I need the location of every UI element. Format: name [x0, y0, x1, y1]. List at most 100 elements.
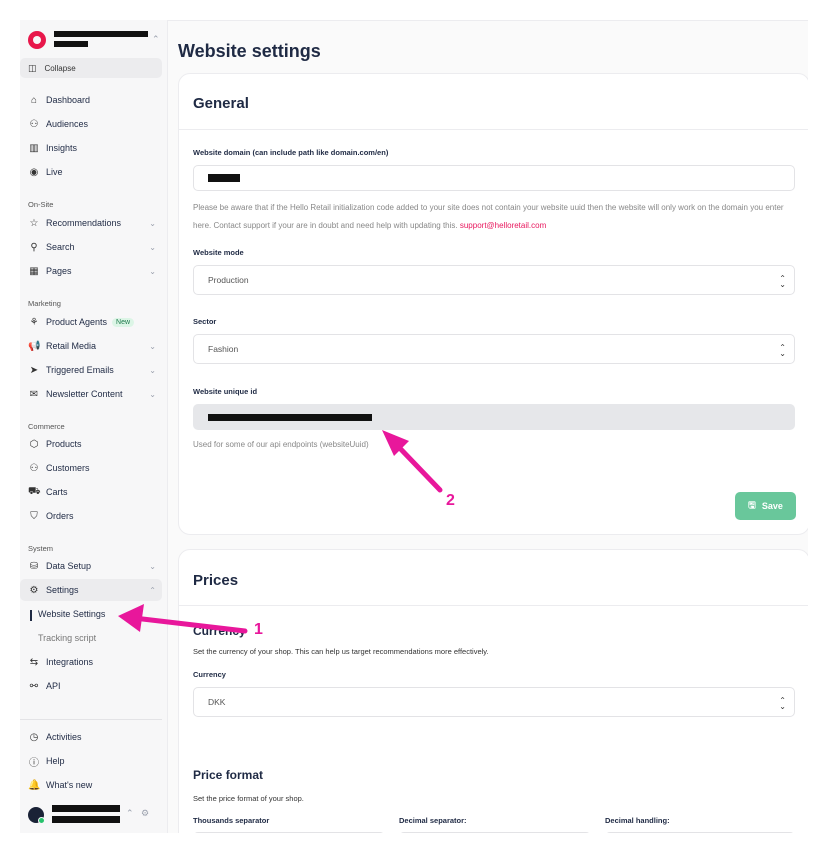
- chevron-down-icon: ⌄: [149, 365, 156, 375]
- hello-retail-logo: [28, 31, 46, 49]
- sidebar-item-api[interactable]: ⚯ API: [28, 678, 162, 694]
- sidebar-item-carts[interactable]: ⛟ Carts: [28, 484, 162, 500]
- help-icon: ⓘ: [29, 757, 39, 769]
- customers-icon: ⚇: [29, 462, 39, 474]
- nav-label: Retail Media: [46, 341, 97, 351]
- nav-label: Integrations: [46, 657, 94, 667]
- save-button[interactable]: 🖫 Save: [735, 492, 796, 520]
- users-icon: ⚇: [29, 118, 39, 130]
- sidebar-item-live[interactable]: ◉ Live: [28, 164, 162, 180]
- nav-label: Product Agents: [46, 317, 108, 327]
- sidebar-item-search[interactable]: ⚲ Search ⌄: [28, 239, 162, 255]
- bell-icon: 🔔: [28, 779, 41, 791]
- website-uid-input[interactable]: [193, 404, 795, 430]
- sector-select[interactable]: Fashion ⌃ ⌄: [193, 334, 795, 364]
- account-switcher[interactable]: ⌃: [28, 30, 160, 52]
- website-domain-label: Website domain (can include path like do…: [193, 148, 389, 157]
- nav-label: Settings: [46, 585, 79, 595]
- chevron-down-icon: ⌄: [149, 561, 156, 571]
- price-format-title: Price format: [193, 768, 264, 782]
- send-icon: ➤: [29, 364, 39, 376]
- redacted-account-name: [54, 31, 148, 37]
- sidebar-item-dashboard[interactable]: ⌂ Dashboard: [28, 92, 162, 108]
- sidebar-collapse-icon: ◫: [28, 62, 37, 73]
- nav-label: Products: [46, 439, 82, 449]
- sidebar-item-whats-new[interactable]: 🔔 What's new: [28, 777, 162, 793]
- thousands-separator-label: Thousands separator: [193, 816, 270, 825]
- redacted-account-name-line2: [54, 41, 88, 47]
- nav-label: API: [46, 681, 61, 691]
- nav-label: Data Setup: [46, 561, 92, 571]
- gear-icon[interactable]: ⚙: [141, 808, 149, 819]
- currency-title: Currency: [193, 624, 246, 638]
- sidebar-item-retail-media[interactable]: 📢 Retail Media ⌄: [28, 338, 162, 354]
- live-icon: ◉: [29, 166, 39, 178]
- user-menu[interactable]: ⌃ ⚙: [28, 804, 162, 826]
- decimal-handling-label: Decimal handling:: [605, 816, 670, 825]
- website-mode-select[interactable]: Production ⌃ ⌄: [193, 265, 795, 295]
- select-updown-icon: ⌃ ⌄: [779, 696, 786, 711]
- nav-label: What's new: [46, 780, 93, 790]
- sidebar-subitem-tracking-script[interactable]: Tracking script: [38, 633, 96, 643]
- mail-icon: ✉: [29, 388, 39, 400]
- sidebar-divider: [20, 719, 162, 720]
- save-icon: 🖫: [748, 500, 756, 510]
- search-icon: ⚲: [30, 241, 38, 253]
- decimal-separator-input[interactable]: [399, 832, 591, 833]
- nav-label: Carts: [46, 487, 68, 497]
- decimal-handling-input[interactable]: [605, 832, 795, 833]
- redacted-user-email: [52, 816, 120, 823]
- support-email-link[interactable]: support@helloretail.com: [460, 221, 546, 230]
- thousands-separator-input[interactable]: [193, 832, 385, 833]
- save-label: Save: [761, 501, 783, 511]
- prices-card: Prices Currency Set the currency of your…: [178, 549, 808, 833]
- sidebar-item-activities[interactable]: ◷ Activities: [28, 729, 162, 745]
- general-card-header: General: [179, 74, 808, 130]
- annotation-number-2: 2: [446, 492, 455, 509]
- nav-label: Pages: [46, 266, 72, 276]
- sector-value: Fashion: [208, 344, 239, 354]
- cart-icon: ⛟: [28, 485, 41, 497]
- sector-label: Sector: [193, 317, 217, 326]
- sidebar-item-pages[interactable]: ▦ Pages ⌄: [28, 263, 162, 279]
- megaphone-icon: 📢: [28, 340, 41, 352]
- select-updown-icon: ⌃ ⌄: [779, 274, 786, 289]
- sidebar-item-insights[interactable]: ▥ Insights: [28, 140, 162, 156]
- chevron-down-icon: ⌄: [149, 266, 156, 276]
- star-icon: ☆: [29, 217, 39, 229]
- chevron-updown-icon: ⌃: [126, 808, 134, 818]
- avatar: [28, 807, 45, 824]
- box-icon: ⬡: [29, 438, 39, 450]
- nav-label: Activities: [46, 732, 82, 742]
- pages-icon: ▦: [29, 265, 39, 277]
- sidebar-subitem-website-settings[interactable]: Website Settings: [29, 609, 105, 621]
- main-content: Website settings General Website domain …: [168, 20, 808, 833]
- website-domain-input[interactable]: [193, 165, 795, 191]
- annotation-number-1: 1: [254, 621, 263, 638]
- sidebar-item-triggered-emails[interactable]: ➤ Triggered Emails ⌄: [28, 362, 162, 378]
- sidebar-item-customers[interactable]: ⚇ Customers: [28, 460, 162, 476]
- general-card: General Website domain (can include path…: [178, 73, 808, 535]
- sidebar-item-data-setup[interactable]: ⛁ Data Setup ⌄: [28, 558, 162, 574]
- sidebar-item-newsletter-content[interactable]: ✉ Newsletter Content ⌄: [28, 386, 162, 402]
- collapse-button[interactable]: ◫ Collapse: [20, 58, 162, 78]
- sidebar-item-recommendations[interactable]: ☆ Recommendations ⌄: [28, 215, 162, 231]
- sidebar-item-help[interactable]: ⓘ Help: [28, 753, 162, 769]
- chevron-down-icon: ⌄: [149, 341, 156, 351]
- sidebar-item-audiences[interactable]: ⚇ Audiences: [28, 116, 162, 132]
- general-title: General: [193, 95, 249, 112]
- integrations-icon: ⇆: [29, 656, 39, 668]
- currency-select[interactable]: DKK ⌃ ⌄: [193, 687, 795, 717]
- sidebar-item-products[interactable]: ⬡ Products: [28, 436, 162, 452]
- sidebar-item-integrations[interactable]: ⇆ Integrations: [28, 654, 162, 670]
- page-title: Website settings: [178, 41, 321, 61]
- history-icon: ◷: [29, 731, 39, 743]
- website-mode-value: Production: [208, 275, 249, 285]
- chevron-up-icon: ⌃: [149, 585, 156, 595]
- prices-card-header: Prices: [179, 550, 808, 606]
- sidebar-item-settings[interactable]: ⚙ Settings ⌃: [28, 582, 162, 598]
- decimal-separator-label: Decimal separator:: [399, 816, 467, 825]
- sidebar-item-product-agents[interactable]: ⚘ Product Agents New: [28, 314, 162, 330]
- sidebar-item-orders[interactable]: ⛉ Orders: [28, 508, 162, 524]
- bag-icon: ⛉: [30, 510, 38, 522]
